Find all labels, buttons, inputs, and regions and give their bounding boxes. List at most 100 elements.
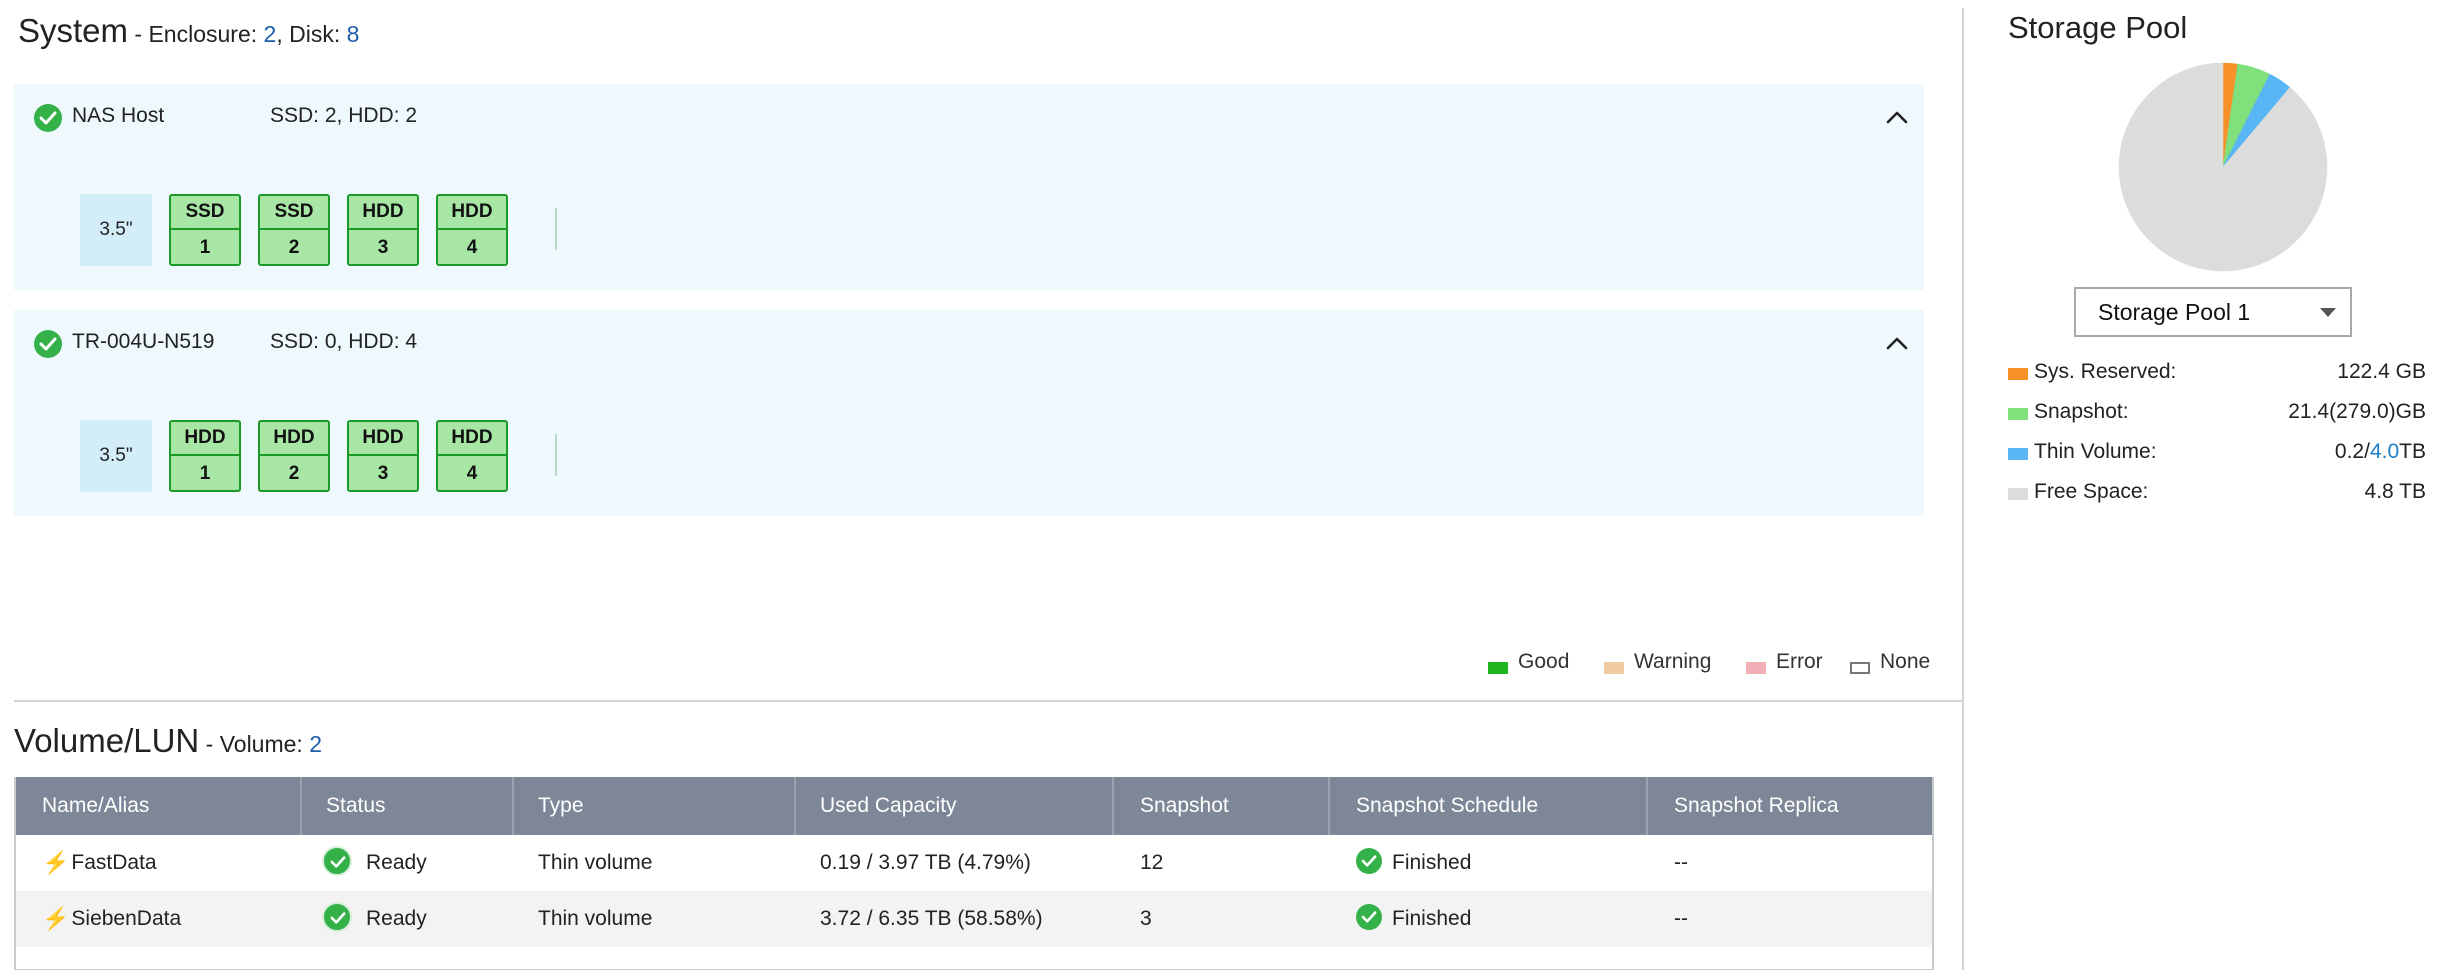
column-divider (794, 777, 796, 835)
usage-label: Sys. Reserved: (2034, 360, 2177, 383)
usage-label: Snapshot: (2034, 400, 2129, 423)
volume-schedule-cell: Finished (1356, 835, 1471, 891)
legend-label: None (1880, 650, 1931, 673)
volume-table: Name/Alias Status Type Used Capacity Sna… (14, 777, 1934, 970)
usage-row-free-space: Free Space: 4.8 TB (2008, 480, 2426, 520)
usage-label: Free Space: (2034, 480, 2149, 503)
volume-status: Ready (366, 907, 427, 930)
volume-name: FastData (71, 851, 157, 874)
check-circle-icon (1356, 904, 1382, 931)
disk-type: HDD (184, 427, 226, 448)
usage-swatch (2008, 408, 2028, 420)
volume-used-capacity: 3.72 / 6.35 TB (58.58%) (820, 907, 1043, 930)
volume-header: Volume/LUN - Volume: 2 (14, 722, 322, 760)
disk-status-legend: Good Warning Error None (1488, 650, 1948, 680)
usage-swatch (2008, 368, 2028, 380)
disk-type: HDD (362, 201, 404, 222)
column-header-name[interactable]: Name/Alias (42, 777, 149, 835)
chevron-up-icon[interactable] (1882, 102, 1912, 132)
usage-row-thin-volume: Thin Volume: 0.2/4.0TB (2008, 440, 2426, 480)
bay-separator (555, 208, 557, 250)
enclosure-name: TR-004U-N519 (72, 330, 215, 353)
disk-number: 3 (377, 237, 389, 258)
legend-label: Error (1776, 650, 1823, 673)
caret-down-icon (2320, 308, 2336, 317)
legend-label: Warning (1634, 650, 1712, 673)
column-header-snapshot-schedule[interactable]: Snapshot Schedule (1356, 777, 1538, 835)
table-row[interactable]: ⚡SiebenData Ready Thin volume 3.72 / 6.3… (16, 891, 1932, 947)
enclosure-count: 2 (263, 21, 277, 47)
column-header-used-capacity[interactable]: Used Capacity (820, 777, 957, 835)
disk-divider (260, 228, 328, 230)
usage-value-unit: TB (2399, 440, 2426, 463)
volume-count: 2 (309, 731, 322, 757)
volume-schedule-cell: Finished (1356, 891, 1471, 947)
disk-number: 2 (288, 463, 300, 484)
pie-slice-free-space[interactable] (2118, 62, 2328, 272)
volume-used-capacity: 0.19 / 3.97 TB (4.79%) (820, 851, 1031, 874)
disk-number: 4 (466, 237, 478, 258)
lightning-bolt-icon: ⚡ (42, 906, 70, 931)
disk-slot-hdd-3[interactable]: HDD 3 (347, 420, 419, 492)
disk-slot-ssd-2[interactable]: SSD 2 (258, 194, 330, 266)
disk-number: 3 (377, 463, 389, 484)
disk-divider (171, 228, 239, 230)
disk-slot-hdd-4[interactable]: HDD 4 (436, 420, 508, 492)
storage-pool-selected: Storage Pool 1 (2098, 299, 2251, 325)
column-header-status[interactable]: Status (326, 777, 386, 835)
lightning-bolt-icon: ⚡ (42, 850, 70, 875)
disk-slot-hdd-1[interactable]: HDD 1 (169, 420, 241, 492)
disk-slot-hdd-2[interactable]: HDD 2 (258, 420, 330, 492)
volume-schedule: Finished (1392, 851, 1472, 874)
enclosure-label: - Enclosure: (128, 21, 264, 47)
disk-slot-hdd-4[interactable]: HDD 4 (436, 194, 508, 266)
table-row[interactable]: ⚡FastData Ready Thin volume 0.19 / 3.97 … (16, 835, 1932, 891)
usage-value-total[interactable]: 4.0 (2370, 440, 2399, 463)
storage-pool-title: Storage Pool (2008, 10, 2188, 45)
disk-divider (349, 454, 417, 456)
chevron-up-icon[interactable] (1882, 328, 1912, 358)
enclosure-panel-tr-004u: TR-004U-N519 SSD: 0, HDD: 4 3.5" HDD 1 H… (14, 310, 1924, 516)
disk-slot-ssd-1[interactable]: SSD 1 (169, 194, 241, 266)
usage-label: Thin Volume: (2034, 440, 2157, 463)
volume-label: - Volume: (199, 731, 310, 757)
column-divider (300, 777, 302, 835)
usage-value: 122.4 GB (2337, 360, 2426, 383)
usage-swatch (2008, 488, 2028, 500)
column-header-type[interactable]: Type (538, 777, 584, 835)
disk-number: 4 (466, 463, 478, 484)
column-header-snapshot-replica[interactable]: Snapshot Replica (1674, 777, 1839, 835)
volume-replica: -- (1674, 907, 1688, 930)
disk-type: HDD (451, 201, 493, 222)
volume-type: Thin volume (538, 851, 653, 874)
storage-pool-pie-chart (2118, 62, 2328, 272)
column-divider (1646, 777, 1648, 835)
usage-row-sys-reserved: Sys. Reserved: 122.4 GB (2008, 360, 2426, 400)
column-divider (512, 777, 514, 835)
volume-title: Volume/LUN (14, 722, 200, 759)
enclosure-disk-counts: SSD: 2, HDD: 2 (270, 104, 418, 127)
volume-name: SiebenData (71, 907, 182, 930)
disk-type: SSD (185, 201, 225, 222)
usage-row-snapshot: Snapshot: 21.4(279.0)GB (2008, 400, 2426, 440)
disk-type: HDD (273, 427, 315, 448)
storage-pool-dropdown[interactable]: Storage Pool 1 (2074, 287, 2352, 337)
disk-type: HDD (451, 427, 493, 448)
enclosure-name: NAS Host (72, 104, 165, 127)
column-divider (1112, 777, 1114, 835)
left-panel: System - Enclosure: 2, Disk: 8 NAS Host … (0, 0, 1962, 970)
table-filler (16, 947, 1932, 969)
disk-slot-hdd-3[interactable]: HDD 3 (347, 194, 419, 266)
section-divider (14, 700, 1962, 702)
storage-pool-panel: Storage Pool Storage Pool 1 Sys. Reserve… (1964, 0, 2450, 970)
volume-type: Thin volume (538, 907, 653, 930)
disk-number: 2 (288, 237, 300, 258)
system-title: System (18, 12, 129, 49)
volume-status-cell: Ready (322, 891, 427, 947)
column-header-snapshot[interactable]: Snapshot (1140, 777, 1229, 835)
legend-label: Good (1518, 650, 1570, 673)
system-header: System - Enclosure: 2, Disk: 8 (18, 12, 359, 50)
bay-separator (555, 434, 557, 476)
disk-divider (438, 228, 506, 230)
volume-snapshot-count: 12 (1140, 851, 1164, 874)
